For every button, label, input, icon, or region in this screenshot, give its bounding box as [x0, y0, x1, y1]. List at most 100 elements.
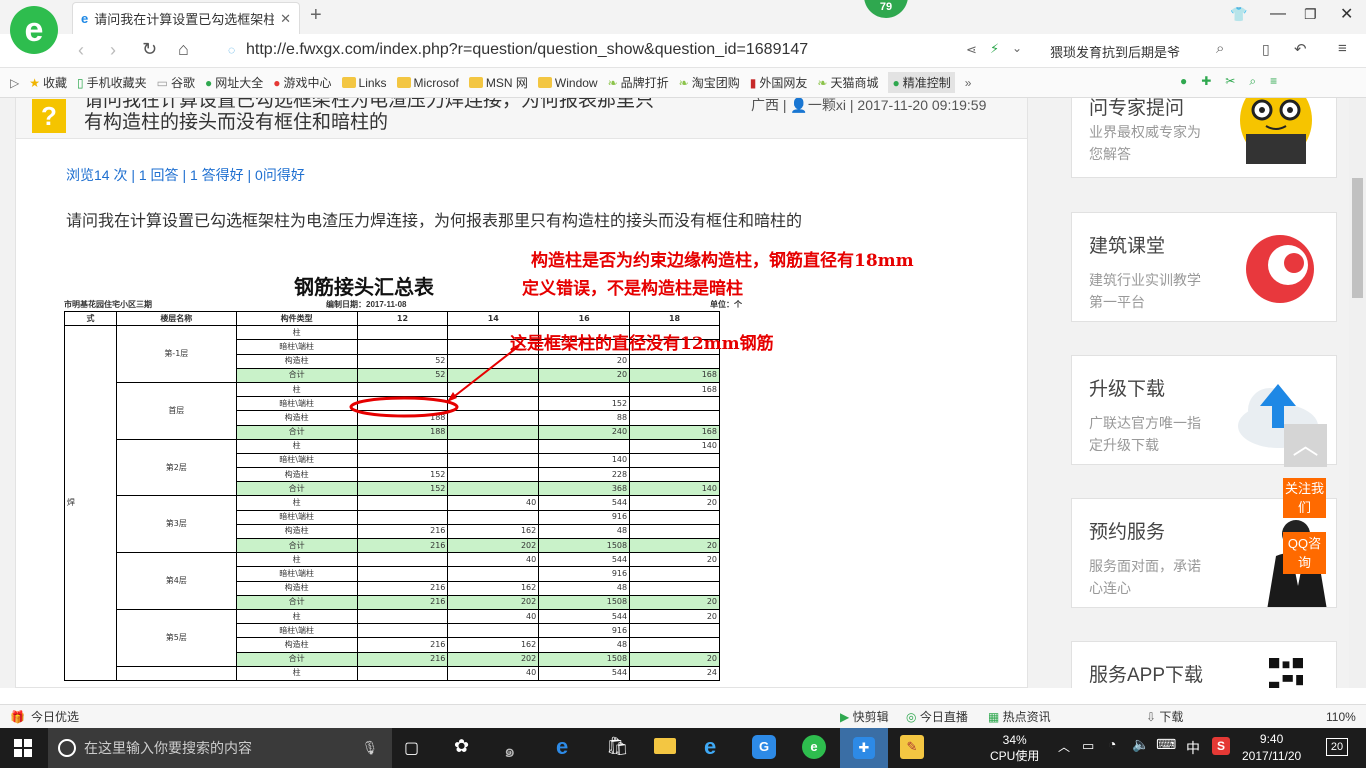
ie-taskbar-icon[interactable]: e	[704, 734, 716, 760]
cpu-percent: 34%	[1002, 733, 1027, 747]
volume-icon[interactable]: 🔈	[1132, 736, 1149, 753]
value-cell	[629, 523, 720, 540]
value-cell: 152	[356, 481, 449, 497]
more-favorites-icon[interactable]: »	[965, 76, 972, 90]
value-cell: 228	[538, 467, 631, 483]
undo-icon[interactable]: ↶	[1294, 40, 1307, 58]
browser-logo-icon[interactable]: e	[10, 6, 58, 54]
value-cell: 368	[538, 481, 631, 497]
extension-icons[interactable]: ●✚✂⌕≡	[1180, 74, 1291, 89]
value-cell	[629, 396, 720, 412]
skin-icon[interactable]: 👕	[1230, 6, 1247, 23]
task-view-icon[interactable]: ▢	[404, 738, 419, 758]
search-field[interactable]: 猥琐发育抗到后期是爷	[1050, 42, 1180, 61]
value-cell: 20	[538, 353, 631, 369]
keyboard-icon[interactable]: ⌨	[1156, 736, 1176, 753]
file-explorer-icon[interactable]	[654, 738, 676, 754]
wechat-icon: ●	[892, 75, 900, 90]
app-fan-icon[interactable]: ✿	[454, 736, 469, 757]
site-info-icon[interactable]: ◌	[228, 43, 235, 57]
tab-close-icon[interactable]: ✕	[280, 11, 291, 27]
search-icon[interactable]: ⌕	[1216, 40, 1224, 57]
leaf-icon: ❧	[817, 75, 828, 90]
store-icon[interactable]: 🛍	[606, 736, 629, 757]
fav-item[interactable]: ● 网址大全	[205, 74, 263, 91]
fav-item[interactable]: Links	[341, 76, 387, 90]
user-icon: 👤	[790, 98, 808, 113]
microphone-icon[interactable]: 🎙	[361, 740, 378, 756]
value-cell	[356, 552, 449, 568]
wifi-icon[interactable]: ◔	[1108, 736, 1116, 752]
app-spiral-icon[interactable]: ๑	[504, 736, 515, 765]
fav-item[interactable]: ▯ 手机收藏夹	[77, 74, 147, 91]
url-field[interactable]: http://e.fwxgx.com/index.php?r=question/…	[246, 41, 808, 59]
menu-icon[interactable]: ≡	[1338, 40, 1347, 57]
share-icon[interactable]: ⋖	[966, 42, 977, 58]
value-cell	[629, 509, 720, 525]
app-active-icon[interactable]: ✚	[840, 728, 888, 768]
value-cell: 20	[538, 367, 631, 383]
cpu-meter[interactable]: 34% CPU使用	[990, 732, 1039, 764]
fav-item[interactable]: Window	[537, 76, 598, 90]
sidebar-card-classroom[interactable]: 建筑课堂 建筑行业实训教学第一平台	[1071, 212, 1337, 322]
qq-consult-button[interactable]: QQ咨询	[1283, 532, 1326, 574]
clock[interactable]: 9:40 2017/11/20	[1242, 731, 1301, 765]
close-window-button[interactable]: ✕	[1340, 4, 1353, 24]
fav-item[interactable]: ★ 收藏	[29, 74, 67, 91]
back-icon[interactable]: ‹	[78, 40, 84, 61]
new-tab-button[interactable]: +	[310, 4, 322, 27]
fav-item[interactable]: ▭ 谷歌	[157, 74, 195, 91]
zoom-level[interactable]: 110%	[1326, 710, 1356, 724]
edge-icon[interactable]: e	[556, 734, 568, 760]
app-g-icon[interactable]: G	[752, 735, 776, 759]
mobile-icon[interactable]: ▯	[1262, 41, 1270, 58]
forward-icon[interactable]: ›	[110, 40, 116, 61]
notes-icon[interactable]: ✎	[900, 735, 924, 759]
refresh-icon[interactable]: ↻	[142, 39, 157, 60]
fav-item[interactable]: Microsof	[396, 76, 459, 90]
today-picks[interactable]: 今日优选	[31, 708, 79, 725]
cpu-label: CPU使用	[990, 749, 1040, 763]
tray-up-icon[interactable]: ︿	[1058, 738, 1070, 755]
start-button-icon[interactable]	[14, 739, 32, 757]
lightning-icon[interactable]: ⚡	[990, 41, 999, 57]
notification-badge[interactable]: 79	[864, 0, 908, 18]
minimize-button[interactable]: —	[1270, 5, 1286, 23]
battery-icon[interactable]: ▭	[1082, 738, 1094, 754]
value-cell: 48	[538, 580, 631, 596]
fav-item[interactable]: ❧ 品牌打折	[608, 74, 669, 91]
meta-user[interactable]: 一颗xi	[808, 98, 846, 113]
question-mark-icon: ?	[32, 99, 66, 133]
taskbar-search-box[interactable]: 在这里输入你要搜索的内容 🎙	[48, 728, 392, 768]
tab-active[interactable]: e 请问我在计算设置已勾选框架柱为 ✕	[72, 2, 300, 34]
fav-item[interactable]: ❧ 天猫商城	[817, 74, 878, 91]
status-item-live[interactable]: ◎ 今日直播	[906, 708, 968, 725]
maximize-button[interactable]: ❐	[1304, 6, 1317, 23]
table-header-cell: 楼层名称	[115, 310, 237, 327]
sidebar-card-app[interactable]: 服务APP下载	[1071, 641, 1337, 688]
dropdown-icon[interactable]: ⌄	[1012, 41, 1022, 55]
sidebar-toggle-icon[interactable]: ▷	[10, 76, 19, 90]
follow-us-button[interactable]: 关注我们	[1283, 478, 1326, 518]
table-row: 第2层柱 140	[65, 438, 720, 497]
fav-item[interactable]: MSN 网	[468, 74, 528, 91]
action-center-icon[interactable]: 20	[1326, 738, 1348, 756]
fav-item[interactable]: ● 游戏中心	[273, 74, 331, 91]
back-to-top-button[interactable]: ︿	[1284, 424, 1327, 467]
table-row: 第5层柱 40 544 20	[65, 608, 720, 667]
fav-item[interactable]: ● 精准控制	[888, 72, 955, 93]
home-icon[interactable]: ⌂	[178, 39, 189, 60]
component-type-cell: 柱	[235, 608, 358, 625]
status-item-news[interactable]: ▦ 热点资讯	[988, 708, 1051, 725]
browser-taskbar-icon[interactable]: e	[802, 735, 826, 759]
question-stats[interactable]: 浏览14 次 | 1 回答 | 1 答得好 | 0问得好	[66, 165, 305, 185]
sidebar-card-experts[interactable]: 问专家提问 业界最权威专家为您解答	[1071, 98, 1337, 178]
ime-indicator[interactable]: 中	[1186, 738, 1200, 758]
sogou-icon[interactable]: S	[1212, 737, 1230, 755]
status-item-download[interactable]: ⇩ 下载	[1146, 708, 1183, 725]
fav-item[interactable]: ▮ 外国网友	[750, 74, 808, 91]
status-item-clip[interactable]: ▶ 快剪辑	[840, 708, 889, 725]
scrollbar-thumb[interactable]	[1352, 178, 1363, 298]
vertical-scrollbar[interactable]	[1349, 98, 1366, 688]
fav-item[interactable]: ❧ 淘宝团购	[679, 74, 740, 91]
